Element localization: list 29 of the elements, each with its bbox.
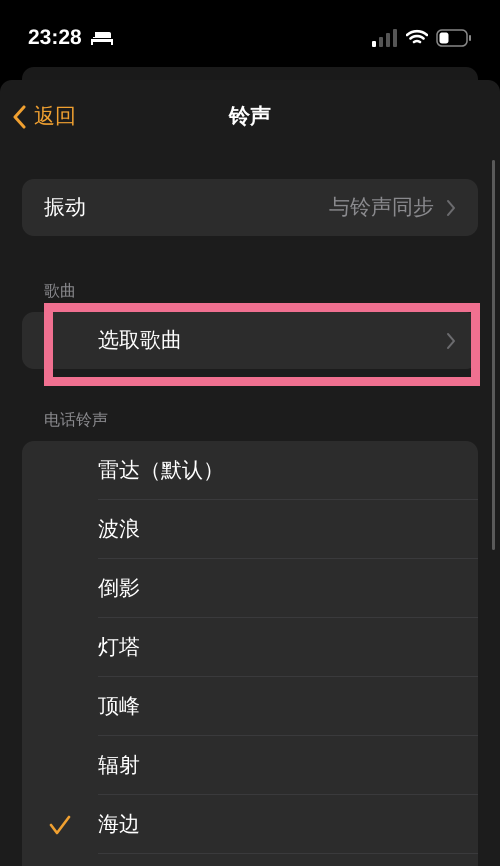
status-time: 23:28 — [28, 24, 82, 51]
bed-icon — [90, 30, 114, 46]
ringtone-row[interactable]: 辐射 — [22, 736, 478, 795]
page-title: 铃声 — [229, 104, 271, 130]
ringtone-label: 顶峰 — [98, 694, 140, 720]
ringtone-row[interactable]: 雷达（默认） — [22, 441, 478, 500]
battery-icon — [436, 28, 472, 46]
back-chevron-icon — [12, 105, 26, 129]
ringtone-label: 辐射 — [98, 752, 140, 779]
ringtone-row[interactable]: 顶峰 — [22, 677, 478, 736]
ringtone-row[interactable]: 波浪 — [22, 500, 478, 559]
ringtone-row[interactable]: 海边 — [22, 795, 478, 854]
chevron-right-icon — [446, 198, 456, 216]
back-button[interactable]: 返回 — [12, 101, 76, 133]
signal-icon — [372, 28, 398, 46]
ringtone-row[interactable]: 灯塔 — [22, 618, 478, 677]
row-label: 振动 — [44, 194, 86, 221]
section-header: 电话铃声 — [44, 410, 109, 431]
ringtone-label: 倒影 — [98, 576, 140, 602]
ringtone-label: 灯塔 — [98, 634, 140, 661]
section-header: 歌曲 — [44, 282, 77, 302]
ringtone-row[interactable]: 倒影 — [22, 559, 478, 618]
row-value: 与铃声同步 — [329, 194, 434, 221]
wifi-icon — [406, 29, 428, 46]
chevron-right-icon — [446, 332, 456, 350]
vibration-row[interactable]: 振动 与铃声同步 — [22, 179, 478, 236]
ringtone-label: 海边 — [98, 812, 140, 838]
ringtone-label: 雷达（默认） — [98, 458, 224, 484]
ringtone-label: 波浪 — [98, 516, 140, 543]
